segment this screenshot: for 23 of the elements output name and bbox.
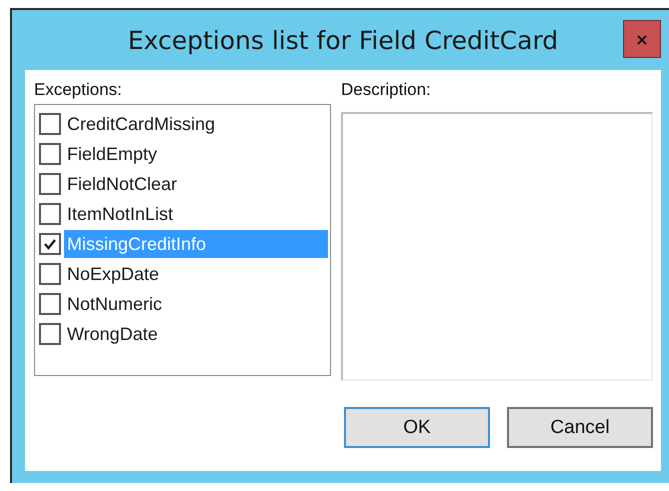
check-icon — [43, 237, 57, 251]
cancel-button[interactable]: Cancel — [507, 407, 653, 448]
checkbox[interactable] — [39, 143, 61, 165]
list-item[interactable]: NoExpDate — [64, 260, 328, 288]
list-item[interactable]: WrongDate — [64, 320, 328, 348]
checkbox[interactable] — [39, 323, 61, 345]
description-label: Description: — [341, 79, 432, 101]
exceptions-label: Exceptions: — [34, 79, 123, 101]
checkbox[interactable] — [39, 203, 61, 225]
checkbox[interactable] — [39, 293, 61, 315]
close-button[interactable]: × — [623, 20, 661, 58]
checkbox[interactable] — [39, 263, 61, 285]
description-field[interactable] — [341, 112, 653, 381]
window-title: Exceptions list for Field CreditCard — [128, 26, 558, 54]
list-item[interactable]: NotNumeric — [64, 290, 328, 318]
ok-button[interactable]: OK — [344, 407, 490, 448]
list-item[interactable]: CreditCardMissing — [64, 110, 328, 138]
list-item[interactable]: FieldNotClear — [64, 170, 328, 198]
list-item[interactable]: FieldEmpty — [64, 140, 328, 168]
checkbox[interactable] — [39, 233, 61, 255]
list-item[interactable]: ItemNotInList — [64, 200, 328, 228]
checkbox[interactable] — [39, 113, 61, 135]
checkbox[interactable] — [39, 173, 61, 195]
